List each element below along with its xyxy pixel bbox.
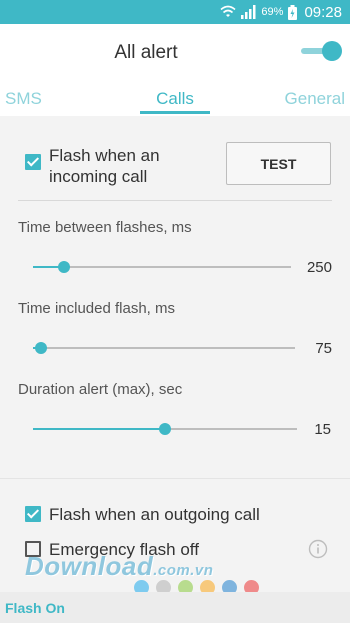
flash-on-label[interactable]: Flash On bbox=[5, 600, 65, 616]
time-included-flash-label: Time included flash, ms bbox=[18, 300, 176, 317]
watermark-ext: .com.vn bbox=[153, 562, 214, 579]
time-between-flashes-slider[interactable] bbox=[33, 261, 291, 273]
duration-alert-label: Duration alert (max), sec bbox=[18, 381, 183, 398]
outgoing-call-label: Flash when an outgoing call bbox=[49, 505, 260, 524]
time-included-flash-value: 75 bbox=[315, 340, 332, 357]
active-tab-indicator bbox=[140, 111, 210, 114]
battery-percent: 69% bbox=[261, 6, 284, 18]
time-between-flashes-label: Time between flashes, ms bbox=[18, 219, 192, 236]
tab-bar: SMS Calls General bbox=[0, 80, 350, 116]
calls-settings-panel: Flash when an incoming call TEST Time be… bbox=[0, 116, 350, 595]
time-included-flash-slider[interactable] bbox=[33, 342, 295, 354]
incoming-call-label: Flash when an incoming call bbox=[49, 145, 160, 187]
slider-fill bbox=[33, 428, 165, 430]
status-time: 09:28 bbox=[304, 3, 342, 21]
signal-icon bbox=[241, 5, 256, 19]
incoming-call-checkbox[interactable] bbox=[25, 154, 41, 170]
incoming-call-label-line1: Flash when an bbox=[49, 146, 160, 165]
duration-alert-slider[interactable] bbox=[33, 423, 297, 435]
tab-general[interactable]: General bbox=[285, 89, 345, 109]
slider-thumb[interactable] bbox=[57, 261, 70, 273]
section-divider bbox=[0, 478, 350, 479]
slider-thumb[interactable] bbox=[159, 423, 171, 435]
tab-calls[interactable]: Calls bbox=[140, 89, 210, 109]
battery-charging-icon bbox=[288, 4, 298, 20]
watermark-logo: Download.com.vn bbox=[25, 551, 213, 582]
outgoing-call-checkbox[interactable] bbox=[25, 506, 41, 522]
slider-thumb[interactable] bbox=[34, 342, 47, 354]
divider bbox=[18, 200, 332, 201]
incoming-call-label-line2: incoming call bbox=[49, 167, 148, 186]
footer-bar: Flash On bbox=[0, 592, 350, 623]
wifi-icon bbox=[220, 5, 236, 17]
status-bar: 69% 09:28 bbox=[0, 0, 350, 24]
info-icon[interactable] bbox=[308, 539, 328, 559]
watermark-brand: Download bbox=[25, 551, 154, 581]
status-icons: 69% 09:28 bbox=[220, 2, 342, 22]
duration-alert-value: 15 bbox=[314, 421, 331, 438]
all-alert-toggle[interactable] bbox=[301, 41, 342, 61]
test-button[interactable]: TEST bbox=[226, 142, 331, 185]
page-title: All alert bbox=[114, 42, 178, 63]
toggle-thumb bbox=[322, 41, 342, 61]
time-between-flashes-value: 250 bbox=[306, 259, 332, 276]
tab-sms[interactable]: SMS bbox=[5, 89, 42, 109]
app-header: All alert bbox=[0, 24, 350, 80]
